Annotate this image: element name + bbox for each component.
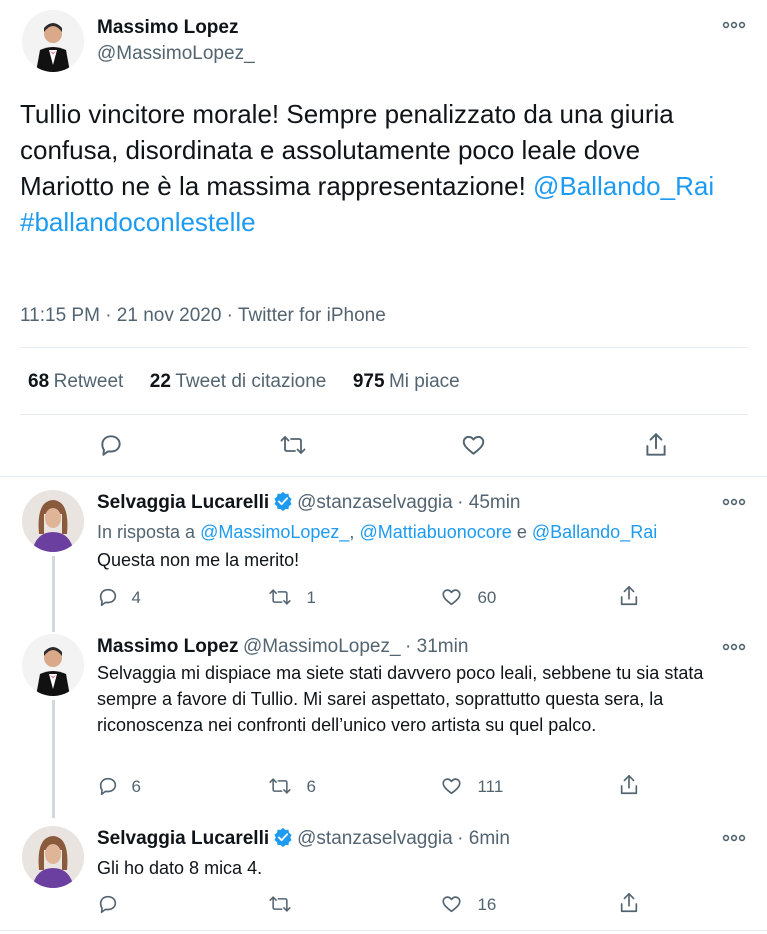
more-icon[interactable] [722, 18, 746, 36]
avatar[interactable] [22, 634, 84, 696]
retweet-icon [268, 589, 292, 607]
retweet-button[interactable]: 6 [268, 775, 316, 797]
share-icon[interactable] [618, 584, 640, 613]
like-icon [440, 589, 463, 607]
author-handle[interactable]: @stanzaselvaggia [297, 828, 453, 849]
reply-text: Selvaggia mi dispiace ma siete stati dav… [97, 663, 704, 735]
like-count: 16 [477, 895, 497, 914]
retweet-count: 1 [306, 588, 316, 607]
retweet-button[interactable] [268, 893, 302, 915]
tweet-time[interactable]: · 45min [457, 492, 520, 513]
reply-header: Selvaggia Lucarelli @stanzaselvaggia · 45… [97, 491, 521, 516]
retweets-label: Retweet [53, 371, 124, 392]
more-icon[interactable] [722, 640, 746, 658]
retweet-icon [268, 896, 292, 914]
reply-icon [97, 895, 119, 914]
mention-link[interactable]: @Mattiabuonocore [359, 522, 511, 542]
reply-to-separator: , [349, 522, 355, 542]
reply-header: Selvaggia Lucarelli @stanzaselvaggia · 6m… [97, 827, 510, 852]
likes-count: 975 [352, 371, 385, 392]
thread-line [52, 700, 55, 818]
verified-badge-icon [273, 491, 293, 516]
share-icon[interactable] [618, 773, 640, 802]
author-name[interactable]: Selvaggia Lucarelli [97, 492, 269, 513]
avatar[interactable] [22, 826, 84, 888]
reply-button[interactable]: 4 [97, 586, 141, 608]
like-icon [440, 896, 463, 914]
author-handle[interactable]: @MassimoLopez_ [243, 636, 401, 657]
retweets-count: 68 [28, 371, 50, 392]
retweet-button[interactable]: 1 [268, 586, 316, 608]
quotes-stat[interactable]: 22 Tweet di citazione [149, 371, 327, 392]
quotes-label: Tweet di citazione [175, 371, 327, 392]
likes-stat[interactable]: 975 Mi piace [352, 371, 460, 392]
like-count: 111 [477, 777, 504, 796]
author-handle[interactable]: @stanzaselvaggia [297, 492, 453, 513]
like-button[interactable]: 16 [440, 893, 496, 915]
like-button[interactable]: 60 [440, 586, 496, 608]
like-icon[interactable] [460, 432, 487, 463]
tweet-stats: 68 Retweet 22 Tweet di citazione 975 Mi … [28, 371, 460, 393]
divider [0, 476, 767, 477]
reply-text: Questa non me la merito! [97, 550, 300, 570]
reply-icon [97, 588, 119, 607]
more-icon[interactable] [722, 831, 746, 849]
reply-icon[interactable] [98, 432, 124, 463]
thread-line [52, 556, 55, 632]
author-name[interactable]: Massimo Lopez [97, 17, 238, 39]
like-button[interactable]: 111 [440, 775, 503, 797]
tweet-meta: 11:15 PM · 21 nov 2020 · Twitter for iPh… [20, 305, 386, 326]
avatar[interactable] [22, 490, 84, 552]
tweet-time[interactable]: · 31min [405, 636, 468, 657]
tweet-time[interactable]: · 6min [457, 828, 510, 849]
reply-text: Gli ho dato 8 mica 4. [97, 858, 263, 878]
verified-badge-icon [273, 827, 293, 852]
divider [20, 347, 748, 348]
likes-label: Mi piace [388, 371, 460, 392]
reply-to-separator: e [516, 522, 527, 542]
share-icon[interactable] [618, 891, 640, 920]
retweet-count: 6 [306, 777, 316, 796]
reply-icon [97, 777, 119, 796]
share-icon[interactable] [643, 431, 669, 464]
quotes-count: 22 [149, 371, 171, 392]
mention-link[interactable]: @Ballando_Rai [532, 522, 657, 542]
reply-count: 4 [131, 588, 141, 607]
mention-link[interactable]: @MassimoLopez_ [200, 522, 349, 542]
retweet-icon [268, 778, 292, 796]
reply-count: 6 [131, 777, 141, 796]
reply-header: Massimo Lopez @MassimoLopez_ · 31min [97, 636, 468, 658]
tweet-text: Tullio vincitore morale! Sempre penalizz… [20, 96, 740, 240]
reply-to-line: In risposta a @MassimoLopez_, @Mattiabuo… [97, 519, 657, 545]
mention-link[interactable]: @Ballando_Rai [533, 171, 714, 201]
retweet-icon[interactable] [279, 432, 307, 463]
author-name[interactable]: Selvaggia Lucarelli [97, 828, 269, 849]
author-name[interactable]: Massimo Lopez [97, 636, 238, 657]
divider [0, 930, 767, 931]
divider [20, 414, 748, 415]
like-count: 60 [477, 588, 497, 607]
reply-button[interactable]: 6 [97, 775, 141, 797]
like-icon [440, 778, 463, 796]
retweets-stat[interactable]: 68 Retweet [28, 371, 124, 392]
reply-to-prefix: In risposta a [97, 522, 196, 542]
author-handle[interactable]: @MassimoLopez_ [97, 43, 255, 65]
more-icon[interactable] [722, 495, 746, 513]
hashtag-link[interactable]: #ballandoconlestelle [20, 207, 256, 237]
reply-button[interactable] [97, 893, 127, 915]
avatar[interactable] [22, 10, 84, 72]
